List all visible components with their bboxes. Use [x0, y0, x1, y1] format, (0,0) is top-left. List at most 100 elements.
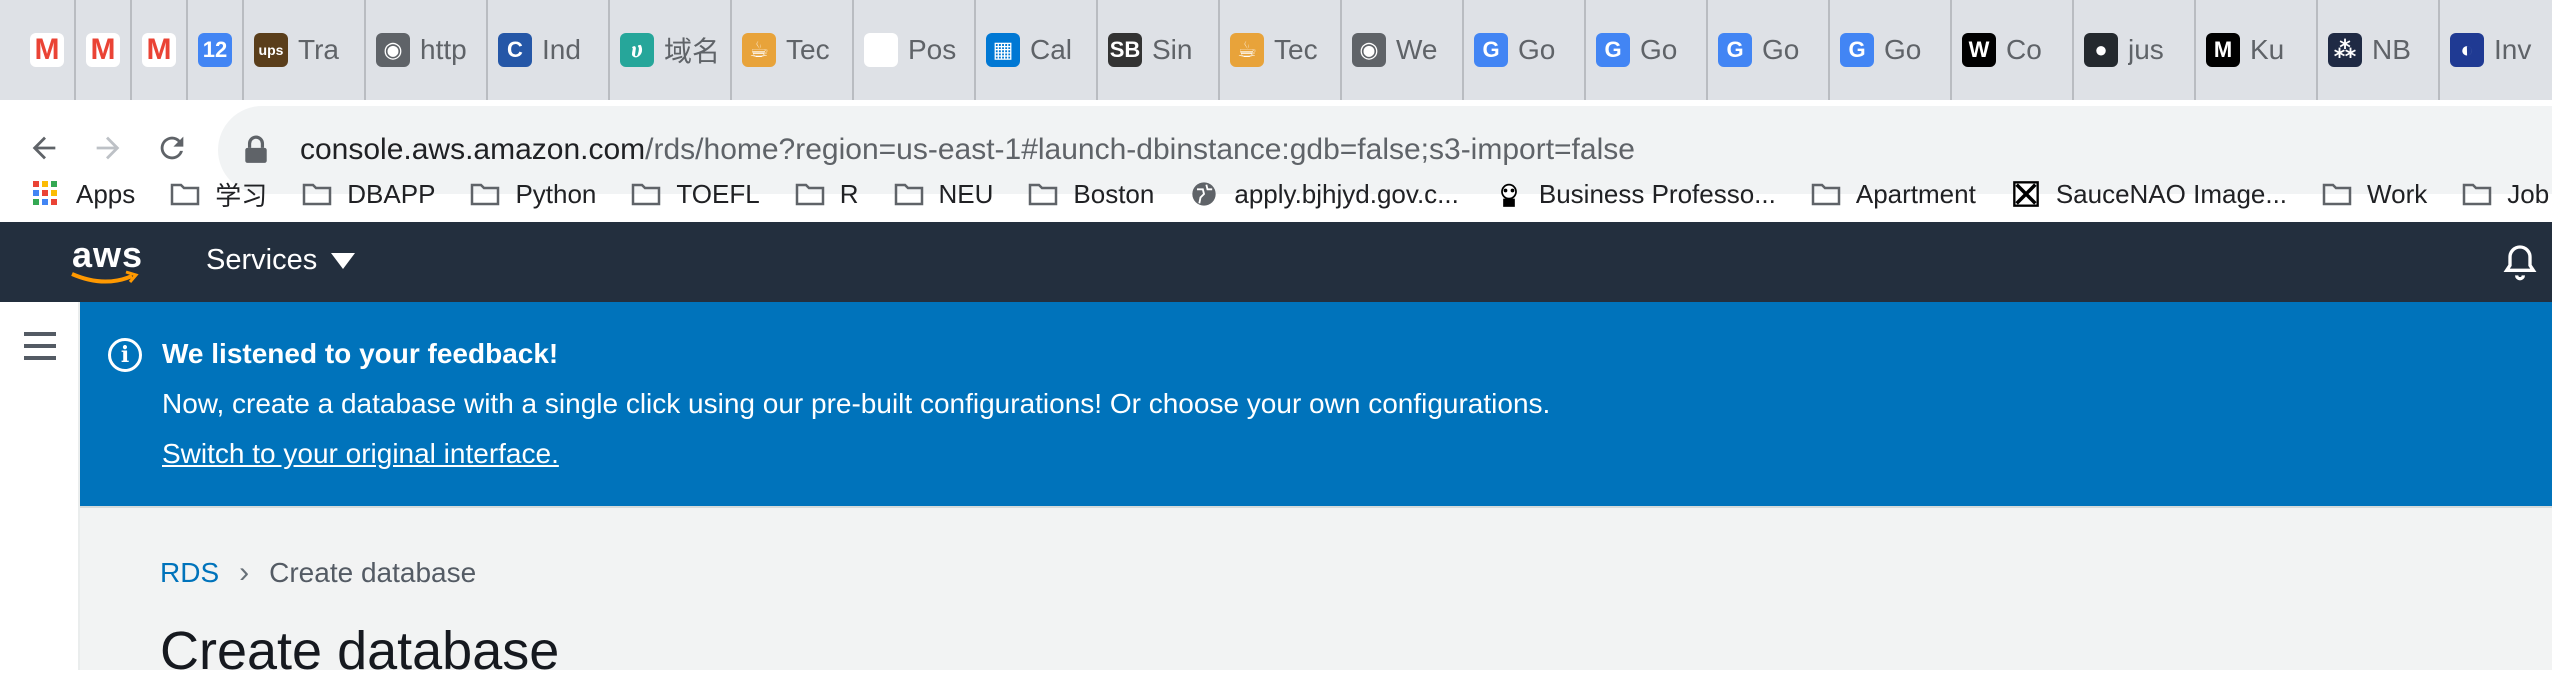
google-translate-icon: G [1474, 33, 1508, 67]
globe-icon: ◉ [1352, 33, 1386, 67]
browser-tab[interactable]: ☕ Tec [732, 0, 854, 100]
caret-down-icon [331, 252, 356, 269]
nb-icon: ⁂ [2328, 33, 2362, 67]
bookmark-label: Python [515, 178, 597, 209]
hamburger-menu-icon[interactable] [24, 332, 56, 368]
browser-tab[interactable]: ● jus [2074, 0, 2196, 100]
folder-icon [2321, 180, 2353, 208]
browser-tab[interactable]: ups Tra [244, 0, 366, 100]
original-interface-link[interactable]: Switch to your original interface. [162, 438, 559, 470]
browser-tab-label: http [420, 34, 467, 65]
browser-tab[interactable]: ሀ 域名 [610, 0, 732, 100]
page-title: Create database [160, 621, 560, 681]
bookmark-item[interactable]: DBAPP [301, 179, 435, 210]
browser-tab[interactable]: Pos [854, 0, 976, 100]
folder-icon [794, 180, 826, 208]
aws-logo-text: aws [72, 234, 144, 275]
bookmark-label: Apartment [1855, 178, 1976, 209]
browser-tab[interactable]: M [132, 0, 188, 100]
browser-tab[interactable]: G Go [1830, 0, 1952, 100]
folder-icon [630, 180, 662, 208]
url-path: /rds/home?region=us-east-1#launch-dbinst… [645, 133, 1635, 166]
globe-icon [1188, 180, 1220, 208]
notifications-bell-icon[interactable] [2500, 242, 2540, 282]
browser-tab[interactable]: ◉ We [1342, 0, 1464, 100]
folder-icon [893, 180, 925, 208]
breadcrumb-rds-link[interactable]: RDS [160, 557, 219, 589]
bookmark-item[interactable]: Apartment [1810, 179, 1976, 210]
browser-tab[interactable]: M [20, 0, 76, 100]
browser-tab[interactable]: ▦ Cal [976, 0, 1098, 100]
bookmark-item[interactable]: 学习 [169, 176, 267, 213]
medium-icon: M [2206, 33, 2240, 67]
browser-tab-label: Inv [2494, 34, 2532, 65]
bookmark-label: TOEFL [676, 178, 760, 209]
aws-logo[interactable]: aws [71, 234, 144, 284]
bookmark-label: Business Professo... [1538, 178, 1776, 209]
bookmark-item[interactable]: Business Professo... [1493, 179, 1776, 210]
bookmark-item[interactable]: NEU [893, 178, 994, 210]
banner-title: We listened to your feedback! [162, 338, 559, 369]
browser-tab[interactable]: ☕ Tec [1220, 0, 1342, 100]
browser-tab[interactable]: W Co [1952, 0, 2074, 100]
bookmark-item[interactable]: Job Hun [2461, 179, 2552, 210]
folder-icon [301, 180, 333, 208]
bookmark-item[interactable]: Boston [1027, 179, 1154, 210]
sb-icon: SB [1108, 33, 1142, 67]
google-translate-icon: G [1840, 33, 1874, 67]
browser-tab[interactable]: SB Sin [1098, 0, 1220, 100]
globe-icon: ◉ [376, 33, 410, 67]
blank-page-icon [864, 33, 898, 67]
services-menu-button[interactable]: Services [206, 244, 356, 277]
info-icon: i [108, 338, 142, 372]
main-content: RDS › Create database Create database [80, 506, 2552, 681]
gmail-icon: M [86, 33, 120, 67]
arrow-right-icon [96, 136, 120, 160]
bookmark-item[interactable]: R [794, 179, 859, 210]
browser-tab[interactable]: C Ind [488, 0, 610, 100]
browser-tab[interactable]: ◉ http [366, 0, 488, 100]
aws-smile-icon [71, 270, 139, 284]
browser-tab[interactable]: M [76, 0, 132, 100]
bookmark-item[interactable]: Work [2321, 179, 2427, 210]
ups-icon: ups [254, 33, 288, 67]
services-label: Services [206, 244, 318, 276]
browser-tab[interactable]: ◐ Inv [2440, 0, 2552, 100]
breadcrumb: RDS › Create database [160, 556, 476, 590]
bookmark-label: Job Hun [2507, 178, 2552, 209]
google-translate-icon: G [1718, 33, 1752, 67]
bookmark-item[interactable]: Apps [30, 179, 135, 210]
browser-tab[interactable]: 12 [188, 0, 244, 100]
browser-tab-label: Pos [908, 34, 957, 65]
bookmark-item[interactable]: Python [469, 179, 596, 210]
bookmark-item[interactable]: TOEFL [630, 178, 760, 210]
browser-tab[interactable]: G Go [1464, 0, 1586, 100]
browser-tab-label: Sin [1152, 34, 1193, 65]
bookmarks-bar: Apps 学习 DBAPP Python TOEFL R NEU Boston apply.bj… [0, 165, 2552, 223]
banner-text: Now, create a database with a single cli… [162, 388, 1551, 419]
side-navigation-strip [0, 302, 80, 670]
bookmark-label: NEU [938, 178, 994, 209]
folder-icon [469, 180, 501, 208]
wix-icon: W [1962, 33, 1996, 67]
url-host: console.aws.amazon.com [300, 133, 646, 166]
tencent-icon: ☕ [742, 33, 776, 67]
browser-tab-label: Tec [1274, 34, 1318, 65]
tencent-icon: ☕ [1230, 33, 1264, 67]
browser-tab[interactable]: M Ku [2196, 0, 2318, 100]
domain-icon: ሀ [620, 33, 654, 67]
browser-tab[interactable]: G Go [1708, 0, 1830, 100]
reload-icon [160, 136, 184, 160]
bookmark-label: Boston [1073, 178, 1155, 209]
browser-tab[interactable]: G Go [1586, 0, 1708, 100]
bookmark-item[interactable]: SauceNAO Image... [2010, 179, 2287, 210]
chevron-right-icon: › [239, 556, 250, 589]
aws-top-nav: aws Services [0, 222, 2552, 302]
browser-tab-label: 域名 [664, 36, 720, 67]
bookmark-label: SauceNAO Image... [2055, 178, 2288, 209]
browser-tab-label: NB [2372, 34, 2411, 65]
folder-icon [1810, 180, 1842, 208]
browser-tab[interactable]: ⁂ NB [2318, 0, 2440, 100]
url-text: console.aws.amazon.com/rds/home?region=u… [300, 133, 1635, 167]
bookmark-item[interactable]: apply.bjhjyd.gov.c... [1188, 179, 1459, 210]
